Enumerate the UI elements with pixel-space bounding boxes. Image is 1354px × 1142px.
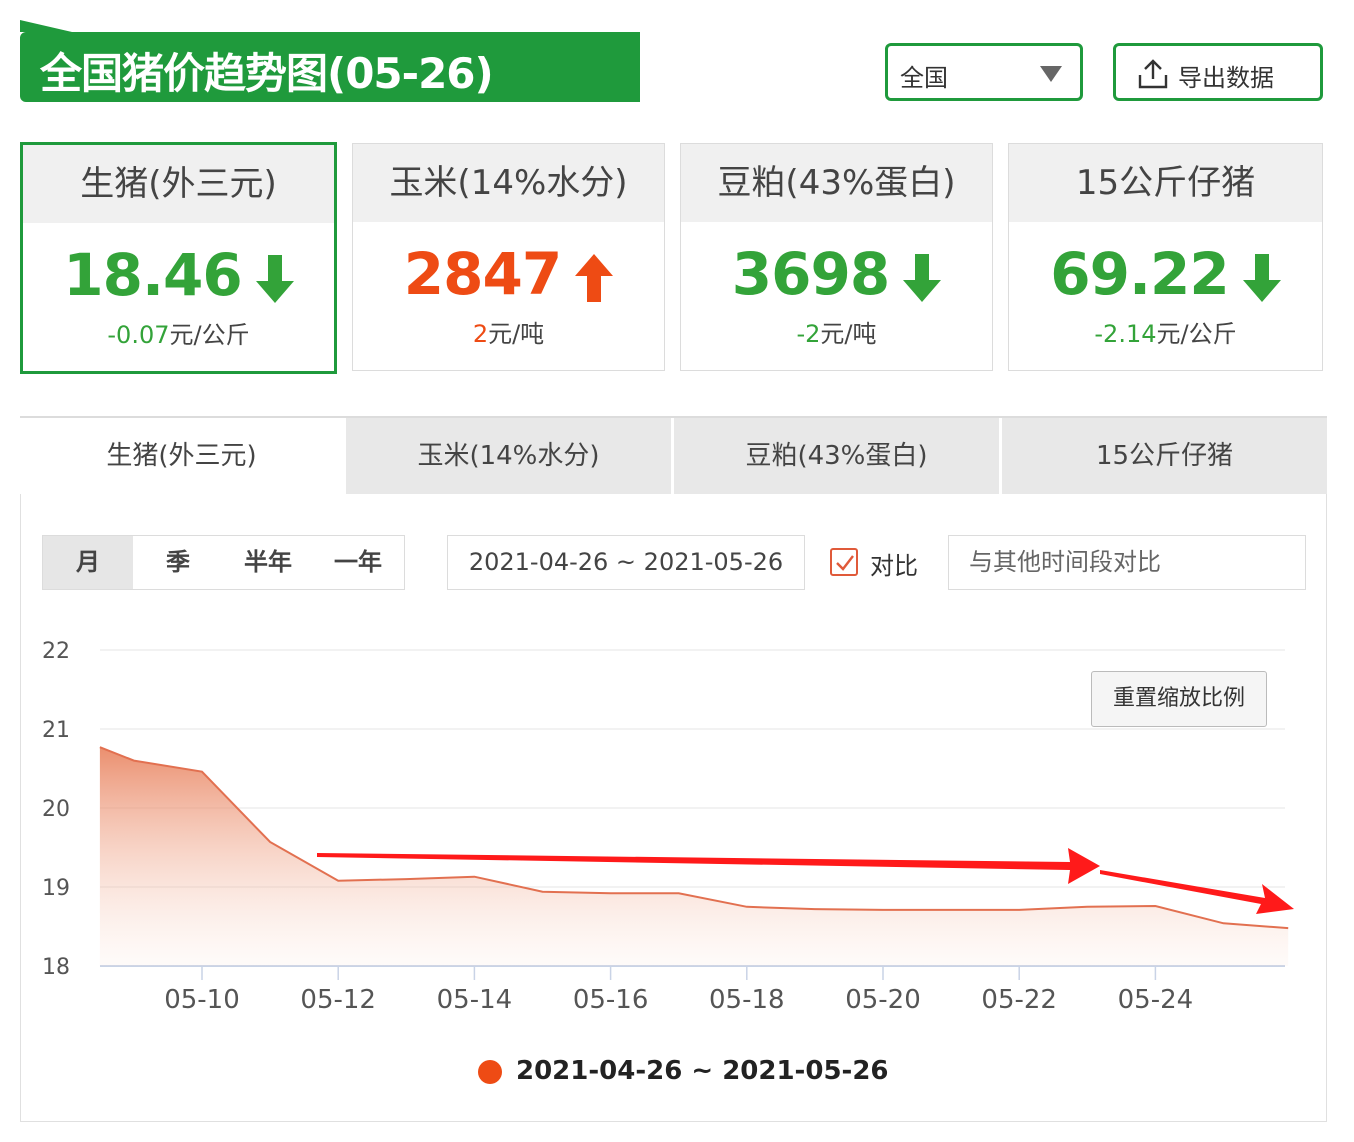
price-area: [99, 747, 1289, 966]
x-tick-label: 05-20: [845, 985, 921, 1015]
legend-marker: [478, 1060, 502, 1084]
reset-zoom-button[interactable]: 重置缩放比例: [1091, 671, 1267, 727]
x-tick-label: 05-22: [981, 985, 1057, 1015]
legend-label[interactable]: 2021-04-26 ~ 2021-05-26: [516, 1056, 889, 1086]
y-tick-label: 21: [42, 718, 70, 743]
x-tick-label: 05-10: [164, 985, 240, 1015]
x-tick-label: 05-18: [709, 985, 785, 1015]
x-tick-label: 05-24: [1118, 985, 1194, 1015]
price-chart[interactable]: 18 19 20 21 22 05-10 05-12 05-14 05-16 05-18 05-2…: [0, 0, 1354, 1142]
x-tick-label: 05-16: [573, 985, 649, 1015]
y-tick-label: 22: [42, 639, 70, 664]
x-tick-label: 05-12: [300, 985, 376, 1015]
y-tick-label: 19: [42, 876, 70, 901]
y-tick-label: 20: [42, 797, 70, 822]
x-tick-label: 05-14: [437, 985, 513, 1015]
y-tick-label: 18: [42, 955, 70, 980]
